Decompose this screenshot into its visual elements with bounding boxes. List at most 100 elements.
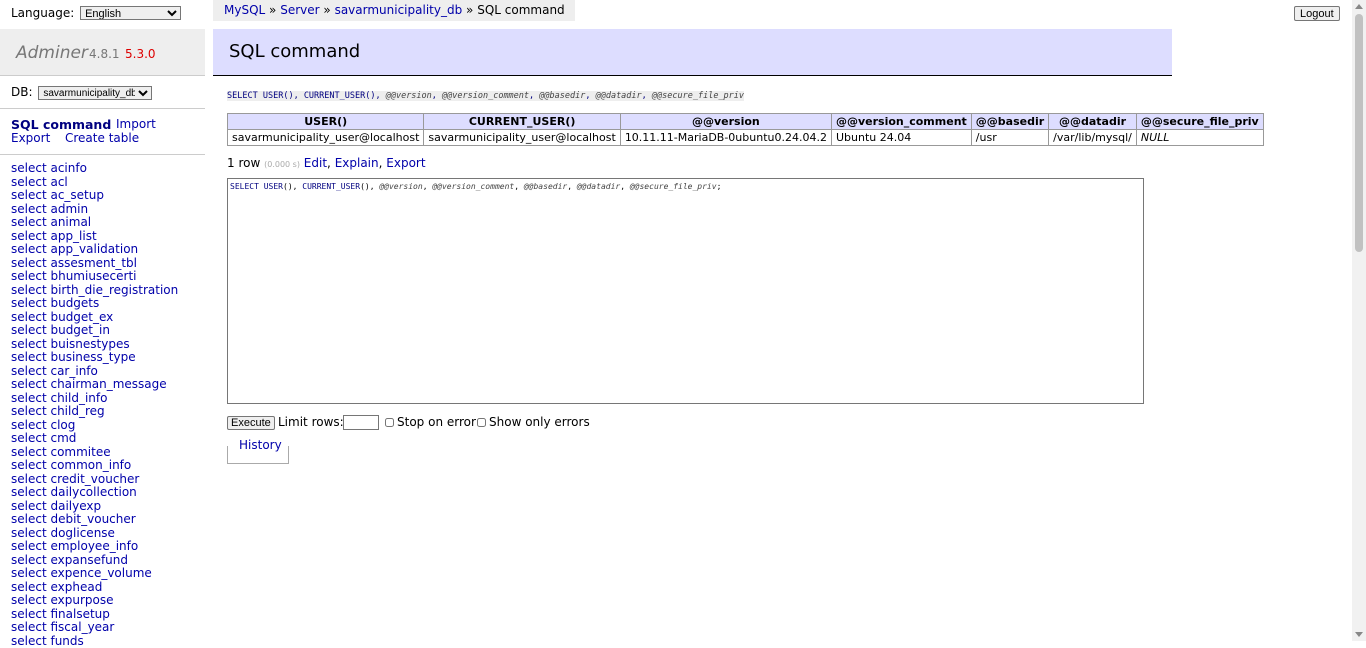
select-table-link[interactable]: select admin [11, 202, 88, 216]
page-scrollbar[interactable] [1352, 0, 1366, 641]
select-table-link[interactable]: select child_reg [11, 404, 105, 418]
breadcrumb-server[interactable]: Server [280, 3, 319, 17]
select-table-link[interactable]: select acl [11, 175, 68, 189]
select-table-link[interactable]: select app_validation [11, 242, 138, 256]
table-row: savarmunicipality_user@localhost savarmu… [228, 130, 1264, 146]
stop-on-error-label[interactable]: Stop on error [397, 415, 476, 429]
table-list-item: select app_validation [11, 243, 178, 257]
breadcrumb-separator: » [323, 3, 330, 17]
select-table-link[interactable]: select expansefund [11, 553, 128, 567]
show-only-errors-checkbox[interactable] [477, 418, 486, 427]
scrollbar-thumb[interactable] [1355, 14, 1363, 252]
language-label: Language: [11, 6, 74, 20]
table-cell: Ubuntu 24.04 [831, 130, 971, 146]
select-table-link[interactable]: select budget_ex [11, 310, 113, 324]
breadcrumb-mysql[interactable]: MySQL [224, 3, 265, 17]
select-table-link[interactable]: select expence_volume [11, 566, 152, 580]
select-table-link[interactable]: select fiscal_year [11, 620, 114, 634]
table-list-item: select car_info [11, 365, 178, 379]
sql-command-link[interactable]: SQL command [11, 117, 111, 132]
db-select[interactable]: savarmunicipality_db [38, 86, 152, 100]
breadcrumb-separator: » [466, 3, 473, 17]
select-table-link[interactable]: select ac_setup [11, 188, 104, 202]
scroll-up-icon[interactable] [1355, 4, 1363, 9]
limit-rows-input[interactable] [343, 415, 379, 430]
db-label: DB: [11, 85, 33, 99]
select-table-link[interactable]: select budget_in [11, 323, 110, 337]
select-table-link[interactable]: select bhumiusecerti [11, 269, 137, 283]
select-table-link[interactable]: select debit_voucher [11, 512, 136, 526]
query-fn: CURRENT_USER [304, 91, 365, 101]
history-link[interactable]: History [238, 438, 283, 452]
logout-button[interactable]: Logout [1294, 6, 1340, 21]
select-table-link[interactable]: select finalsetup [11, 607, 110, 621]
table-cell-null: NULL [1136, 130, 1263, 146]
table-list-item: select acl [11, 176, 178, 190]
select-table-link[interactable]: select buisnestypes [11, 337, 130, 351]
table-list-item: select assesment_tbl [11, 257, 178, 271]
edit-link[interactable]: Edit [304, 156, 327, 170]
query-keyword: SELECT [230, 182, 259, 191]
logo-name[interactable]: Adminer [16, 43, 88, 63]
table-list-item: select birth_die_registration [11, 284, 178, 298]
select-table-link[interactable]: select dailycollection [11, 485, 137, 499]
table-list-item: select expence_volume [11, 567, 178, 581]
export-results-link[interactable]: Export [386, 156, 425, 170]
table-list-item: select finalsetup [11, 608, 178, 622]
select-table-link[interactable]: select budgets [11, 296, 99, 310]
select-table-link[interactable]: select expurpose [11, 593, 114, 607]
table-list-item: select acinfo [11, 162, 178, 176]
query-var: @@datadir [577, 182, 620, 191]
table-list-item: select cmd [11, 432, 178, 446]
select-table-link[interactable]: select animal [11, 215, 91, 229]
column-header: @@version_comment [831, 114, 971, 130]
table-list-item: select credit_voucher [11, 473, 178, 487]
select-table-link[interactable]: select credit_voucher [11, 472, 139, 486]
table-cell: savarmunicipality_user@localhost [228, 130, 424, 146]
query-var: @@basedir [524, 182, 567, 191]
select-table-link[interactable]: select dailyexp [11, 499, 101, 513]
query-var: @@secure_file_priv [652, 91, 744, 101]
select-table-link[interactable]: select chairman_message [11, 377, 167, 391]
table-list-item: select budget_in [11, 324, 178, 338]
query-var: @@datadir [596, 91, 642, 101]
export-link[interactable]: Export [11, 131, 50, 145]
table-list-item: select ac_setup [11, 189, 178, 203]
select-table-link[interactable]: select commitee [11, 445, 111, 459]
sidebar-divider [0, 154, 205, 155]
select-table-link[interactable]: select car_info [11, 364, 98, 378]
history-fieldset: History [227, 446, 289, 464]
table-list-item: select dailyexp [11, 500, 178, 514]
sql-editor[interactable]: SELECT USER(), CURRENT_USER(), @@version… [227, 178, 1144, 404]
select-table-link[interactable]: select child_info [11, 391, 107, 405]
breadcrumb-db[interactable]: savarmunicipality_db [335, 3, 463, 17]
table-list-item: select commitee [11, 446, 178, 460]
select-table-link[interactable]: select business_type [11, 350, 136, 364]
table-list-item: select clog [11, 419, 178, 433]
table-list: select acinfoselect aclselect ac_setupse… [11, 162, 178, 648]
select-table-link[interactable]: select acinfo [11, 161, 87, 175]
execute-button[interactable]: Execute [227, 416, 275, 430]
select-table-link[interactable]: select birth_die_registration [11, 283, 178, 297]
stop-on-error-checkbox[interactable] [385, 418, 394, 427]
table-list-item: select child_info [11, 392, 178, 406]
import-link[interactable]: Import [116, 117, 156, 131]
select-table-link[interactable]: select app_list [11, 229, 97, 243]
show-only-errors-label[interactable]: Show only errors [489, 415, 590, 429]
select-table-link[interactable]: select assesment_tbl [11, 256, 137, 270]
select-table-link[interactable]: select common_info [11, 458, 131, 472]
language-select[interactable]: English [80, 6, 181, 20]
scroll-down-icon[interactable] [1355, 632, 1363, 637]
executed-query: SELECT USER(), CURRENT_USER(), @@version… [227, 91, 744, 101]
table-cell: /usr [971, 130, 1048, 146]
select-table-link[interactable]: select cmd [11, 431, 76, 445]
sidebar-divider [0, 108, 205, 109]
select-table-link[interactable]: select employee_info [11, 539, 138, 553]
new-version-link[interactable]: 5.3.0 [125, 47, 156, 61]
create-table-link[interactable]: Create table [65, 131, 139, 145]
explain-link[interactable]: Explain [335, 156, 379, 170]
select-table-link[interactable]: select exphead [11, 580, 102, 594]
select-table-link[interactable]: select clog [11, 418, 75, 432]
breadcrumb: MySQL » Server » savarmunicipality_db » … [213, 0, 575, 21]
select-table-link[interactable]: select doglicense [11, 526, 115, 540]
